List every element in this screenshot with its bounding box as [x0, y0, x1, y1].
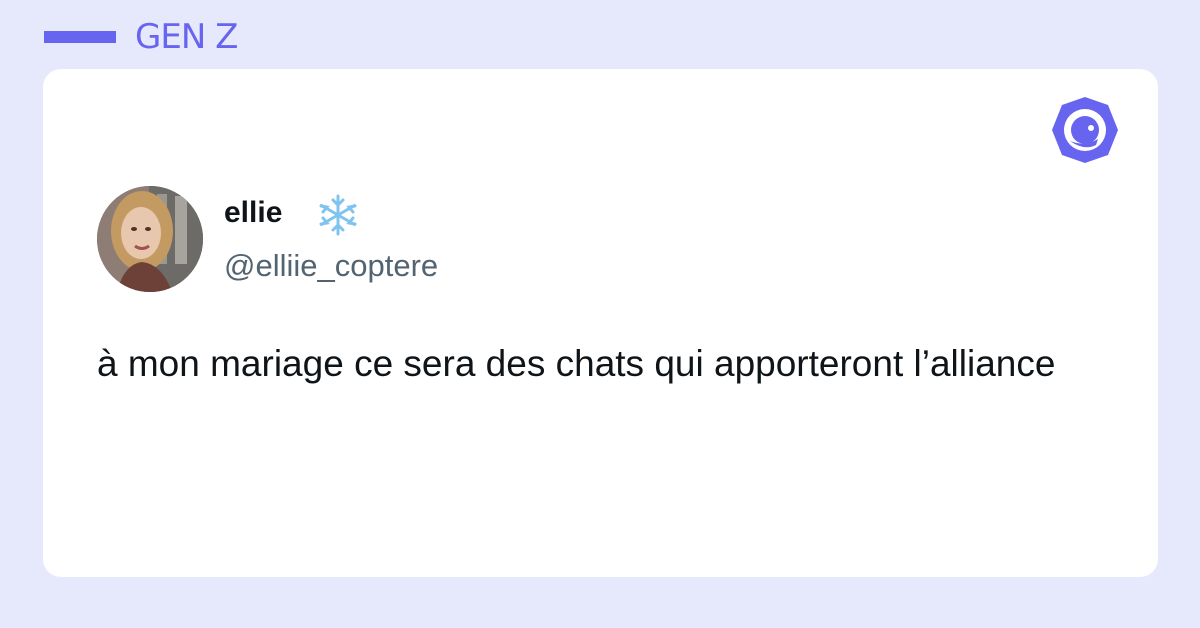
brand-logo-icon[interactable]	[1048, 93, 1122, 167]
author-handle[interactable]: @elliie_coptere	[224, 246, 438, 286]
tweet-text: à mon mariage ce sera des chats qui appo…	[97, 343, 1056, 384]
category-label: GEN Z	[135, 17, 238, 57]
snowflake-icon	[315, 192, 361, 238]
tweet-card: ellie @elliie_coptere à mon mariage ce s…	[43, 69, 1158, 577]
avatar[interactable]	[97, 186, 203, 292]
category-marker-bar	[44, 31, 116, 43]
author-name[interactable]: ellie	[224, 194, 282, 232]
